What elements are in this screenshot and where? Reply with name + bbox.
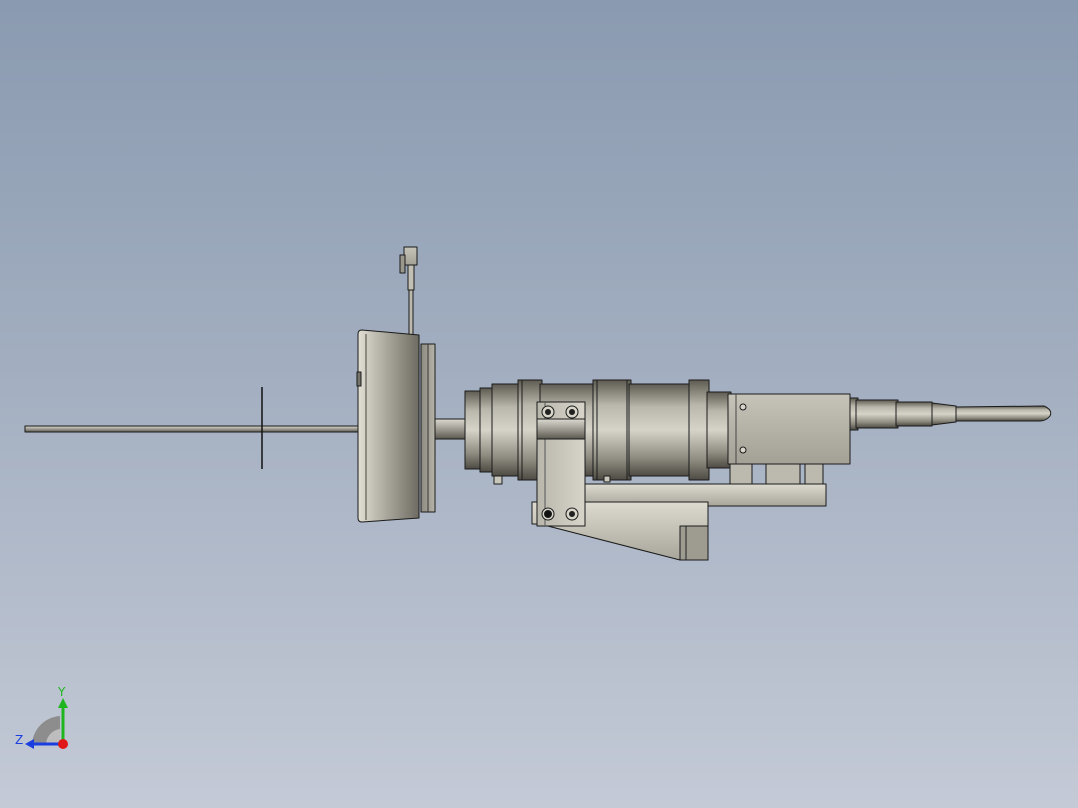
top-connector xyxy=(399,246,418,337)
y-axis-label: Y xyxy=(57,685,66,699)
probe-rod xyxy=(24,425,362,433)
orientation-triad: Y Z xyxy=(15,685,68,749)
model-assembly[interactable] xyxy=(0,0,1078,808)
barrel-screw xyxy=(493,475,503,485)
y-axis-arrow xyxy=(58,698,68,708)
large-disk-housing xyxy=(356,329,436,523)
clamp-bracket xyxy=(536,401,586,527)
barrel-tab-1 xyxy=(603,475,611,483)
camera-body xyxy=(727,393,851,485)
z-axis-arrow xyxy=(25,739,34,749)
z-axis-label: Z xyxy=(15,733,23,747)
graphics-viewport[interactable]: Y Z xyxy=(0,0,1078,808)
lens-barrel xyxy=(464,379,732,481)
x-axis-dot xyxy=(58,739,68,749)
rear-cable-connector xyxy=(849,397,1052,431)
